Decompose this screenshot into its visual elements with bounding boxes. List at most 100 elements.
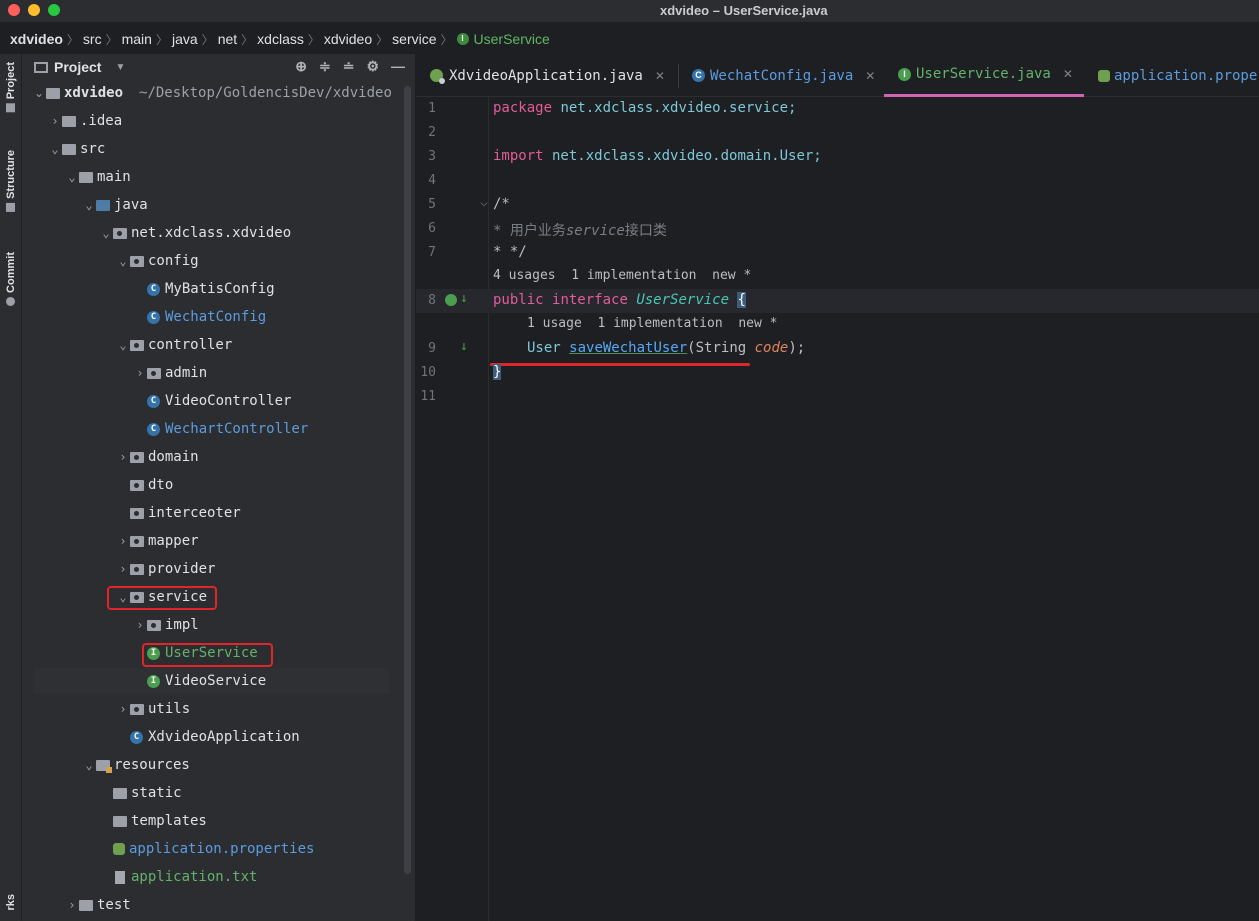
tab-userservice[interactable]: I UserService.java ✕ xyxy=(884,54,1084,97)
tree-row-videoservice[interactable]: I VideoService xyxy=(22,668,415,696)
bookmarks-tool-tab[interactable]: rks xyxy=(2,894,20,911)
tree-row-controller[interactable]: ⌄ controller xyxy=(22,332,415,360)
tree-row-config[interactable]: ⌄ config xyxy=(22,248,415,276)
tree-label: domain xyxy=(148,449,199,465)
breadcrumb-item-net[interactable]: net xyxy=(218,31,237,47)
close-icon[interactable]: ✕ xyxy=(1063,67,1073,81)
folder-icon xyxy=(113,815,127,827)
line-number: 5 xyxy=(428,197,436,212)
tree-row-utils[interactable]: › utils xyxy=(22,696,415,724)
implemented-icon[interactable] xyxy=(445,294,457,306)
window-title: xdvideo – UserService.java xyxy=(660,3,828,18)
tree-row-service[interactable]: ⌄ service xyxy=(22,584,415,612)
tree-row-videocontroller[interactable]: C VideoController xyxy=(22,388,415,416)
tree-label: admin xyxy=(165,365,208,381)
tree-row-mybatisconfig[interactable]: C MyBatisConfig xyxy=(22,276,415,304)
editor-tabs: XdvideoApplication.java ✕ C WechatConfig… xyxy=(416,54,1259,97)
breadcrumb-item-xdvideo[interactable]: xdvideo xyxy=(324,31,372,47)
tab-wechatconfig[interactable]: C WechatConfig.java ✕ xyxy=(678,54,884,97)
collapse-all-icon[interactable]: ≐ xyxy=(343,58,355,75)
project-panel: Project ▼ ⊕ ≑ ≐ ⚙ — ⌄ xdvideo ~/Desktop/Go… xyxy=(22,54,415,921)
gear-icon[interactable]: ⚙ xyxy=(366,58,379,75)
implementation-arrow-icon[interactable]: ↓ xyxy=(460,291,468,306)
breadcrumb-item-service[interactable]: service xyxy=(392,31,436,47)
tab-application-properties[interactable]: application.prope xyxy=(1084,54,1259,97)
chevron-right-icon: › xyxy=(119,450,127,464)
hide-panel-icon[interactable]: — xyxy=(391,58,405,75)
code-line: 3 import net.xdclass.xdvideo.domain.User… xyxy=(416,145,1259,169)
keyword: import xyxy=(493,148,544,164)
implementation-arrow-icon[interactable]: ↓ xyxy=(460,339,468,354)
tree-row-wechartcontroller[interactable]: C WechartController xyxy=(22,416,415,444)
tree-row-main[interactable]: ⌄ main xyxy=(22,164,415,192)
project-panel-title[interactable]: Project xyxy=(54,59,101,75)
tree-label: templates xyxy=(131,813,207,829)
editor: XdvideoApplication.java ✕ C WechatConfig… xyxy=(416,54,1259,921)
tree-row-application-txt[interactable]: application.txt xyxy=(22,864,415,892)
tree-row-domain[interactable]: › domain xyxy=(22,444,415,472)
chevron-down-icon[interactable]: ▼ xyxy=(115,62,125,73)
tree-row-interceoter[interactable]: interceoter xyxy=(22,500,415,528)
code-text: ); xyxy=(788,340,806,356)
brace: { xyxy=(737,292,746,308)
project-scrollbar[interactable] xyxy=(404,86,411,874)
code-line: 4 xyxy=(416,169,1259,193)
tree-row-wechatconfig[interactable]: C WechatConfig xyxy=(22,304,415,332)
tree-row-dto[interactable]: dto xyxy=(22,472,415,500)
spring-config-icon xyxy=(1098,69,1110,82)
locate-icon[interactable]: ⊕ xyxy=(295,58,307,75)
breadcrumb-item-userservice[interactable]: I UserService xyxy=(456,31,550,47)
tree-row-package[interactable]: ⌄ net.xdclass.xdvideo xyxy=(22,220,415,248)
code-area[interactable]: 1 package net.xdclass.xdvideo.service; 2… xyxy=(416,97,1259,921)
tree-row-idea[interactable]: › .idea xyxy=(22,108,415,136)
service-highlight-box xyxy=(107,586,217,610)
project-tool-tab[interactable]: Project xyxy=(2,62,20,113)
tree-row-static[interactable]: static xyxy=(22,780,415,808)
folder-icon xyxy=(79,171,93,183)
commit-tool-tab[interactable]: Commit xyxy=(2,252,20,306)
tree-row-provider[interactable]: › provider xyxy=(22,556,415,584)
expand-all-icon[interactable]: ≑ xyxy=(319,58,331,75)
comment: * */ xyxy=(493,244,527,260)
tree-row-templates[interactable]: templates xyxy=(22,808,415,836)
tree-row-resources[interactable]: ⌄ resources xyxy=(22,752,415,780)
source-folder-icon xyxy=(96,199,110,211)
breadcrumb-item-project[interactable]: xdvideo xyxy=(10,31,63,47)
package-icon xyxy=(147,619,161,631)
keyword: package xyxy=(493,100,553,116)
tree-row-mapper[interactable]: › mapper xyxy=(22,528,415,556)
breadcrumb-item-java[interactable]: java xyxy=(172,31,198,47)
tree-label: .idea xyxy=(80,113,123,129)
tree-row-test[interactable]: › test xyxy=(22,892,415,920)
tree-row-java[interactable]: ⌄ java xyxy=(22,192,415,220)
tree-row-xdvideoapplication[interactable]: C XdvideoApplication xyxy=(22,724,415,752)
class-icon: C xyxy=(147,310,160,324)
tree-row-admin[interactable]: › admin xyxy=(22,360,415,388)
chevron-right-icon: 〉 xyxy=(241,32,254,47)
tab-xdvideoapplication[interactable]: XdvideoApplication.java ✕ xyxy=(416,54,678,97)
project-view-icon xyxy=(34,61,48,73)
usages-inlay-hint[interactable]: 4 usages 1 implementation new * xyxy=(493,268,751,283)
breadcrumb-item-src[interactable]: src xyxy=(83,31,102,47)
tree-row-application-properties[interactable]: application.properties xyxy=(22,836,415,864)
module-folder-icon xyxy=(46,87,60,99)
structure-tool-tab[interactable]: Structure xyxy=(2,150,20,212)
close-icon[interactable]: ✕ xyxy=(655,69,665,83)
breadcrumb-item-main[interactable]: main xyxy=(122,31,152,47)
bookmarks-tool-label: rks xyxy=(5,894,17,911)
structure-tool-label: Structure xyxy=(5,150,17,199)
chevron-right-icon: › xyxy=(119,534,127,548)
chevron-down-icon: ⌄ xyxy=(68,170,76,184)
tree-label: impl xyxy=(165,617,199,633)
line-number: 4 xyxy=(428,173,436,188)
fold-icon[interactable]: ⌵ xyxy=(480,195,488,210)
tree-row-src[interactable]: ⌄ src xyxy=(22,136,415,164)
package-icon xyxy=(130,339,144,351)
close-icon[interactable]: ✕ xyxy=(865,69,875,83)
chevron-right-icon: 〉 xyxy=(66,32,79,47)
project-tool-label: Project xyxy=(5,62,17,100)
breadcrumb-item-xdclass[interactable]: xdclass xyxy=(257,31,304,47)
tree-row-xdvideo[interactable]: ⌄ xdvideo ~/Desktop/GoldencisDev/xdvideo xyxy=(22,80,415,108)
usages-inlay-hint[interactable]: 1 usage 1 implementation new * xyxy=(527,316,777,331)
tree-row-impl[interactable]: › impl xyxy=(22,612,415,640)
